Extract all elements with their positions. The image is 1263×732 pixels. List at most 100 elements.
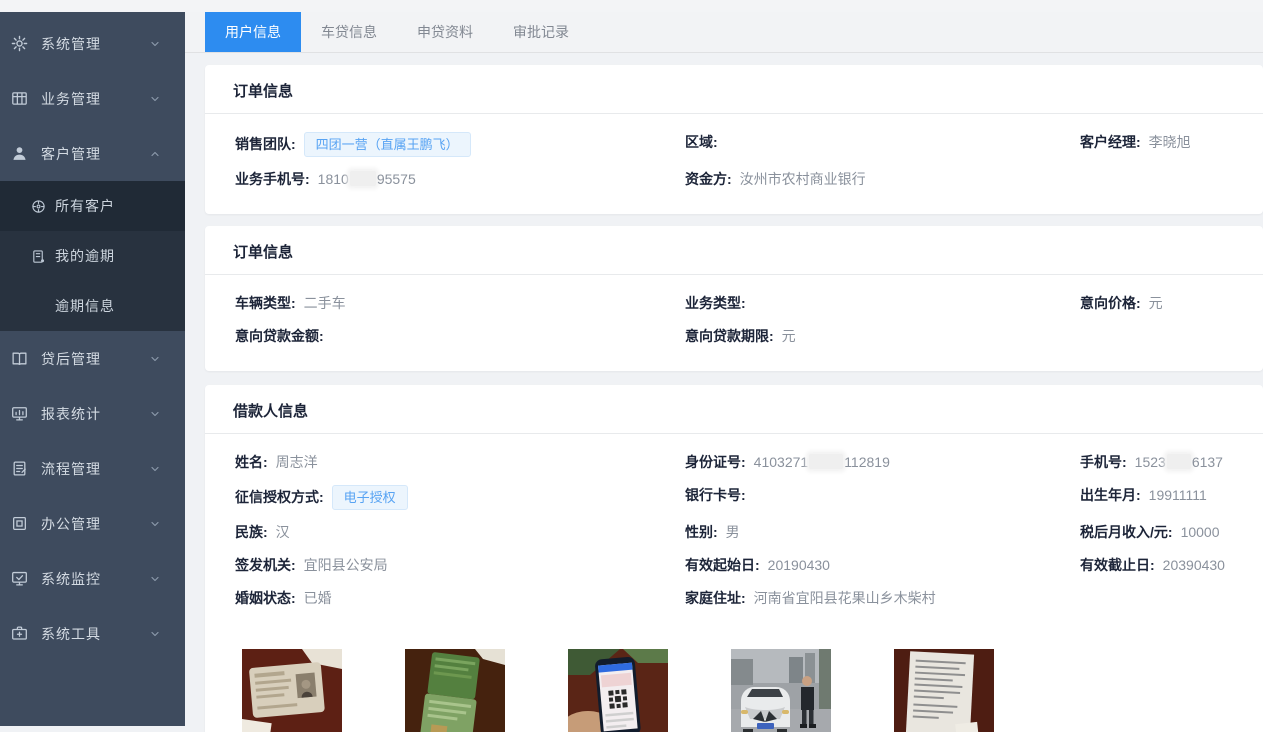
field-label: 家庭住址: xyxy=(685,590,746,606)
field-credit-auth-method: 征信授权方式:电子授权 xyxy=(235,485,685,510)
field-intent-price: 意向价格: 元 xyxy=(1080,293,1233,314)
sidebar-item-business-management[interactable]: 业务管理 xyxy=(0,71,185,126)
chevron-down-icon xyxy=(149,353,161,365)
field-value: 15236137 xyxy=(1135,454,1223,470)
tab-user-info[interactable]: 用户信息 xyxy=(205,12,301,52)
field-label: 出生年月: xyxy=(1080,487,1141,503)
chevron-down-icon xyxy=(149,93,161,105)
tag-credit-auth-method[interactable]: 电子授权 xyxy=(332,485,408,510)
book-icon xyxy=(11,350,28,367)
field-label: 区域: xyxy=(685,134,718,150)
field-label: 手机号: xyxy=(1080,454,1127,470)
thumb-credit-qr-photo: 征信截图 xyxy=(568,649,668,732)
sidebar-item-label: 贷后管理 xyxy=(41,349,101,369)
field-value: 男 xyxy=(726,524,740,540)
cards-area: 订单信息销售团队:四团一营（直属王鹏飞）区域:客户经理:李晓旭业务手机号:181… xyxy=(185,65,1263,732)
main-content: 用户信息车贷信息申贷资料审批记录 订单信息销售团队:四团一营（直属王鹏飞）区域:… xyxy=(185,12,1263,732)
field-value: 汝州市农村商业银行 xyxy=(740,171,866,187)
sidebar-item-label: 系统管理 xyxy=(41,34,101,54)
field-value: 周志洋 xyxy=(276,454,318,470)
car-person-photo[interactable] xyxy=(731,649,831,732)
tab-car-loan-info[interactable]: 车贷信息 xyxy=(301,12,397,52)
field-valid-to: 有效截止日:20390430 xyxy=(1080,555,1233,576)
chevron-up-icon xyxy=(149,148,161,160)
field-value: 4103271112819 xyxy=(754,454,890,470)
field-value: 元 xyxy=(782,328,796,344)
card-fields: 姓名:周志洋身份证号:4103271112819手机号:15236137征信授权… xyxy=(205,434,1263,633)
chevron-down-icon xyxy=(149,573,161,585)
chevron-down-icon xyxy=(149,518,161,530)
field-id-number: 身份证号:4103271112819 xyxy=(685,452,1080,473)
field-label: 有效起始日: xyxy=(685,557,760,573)
field-label: 销售团队: xyxy=(235,136,296,152)
sidebar-item-process-management[interactable]: 流程管理 xyxy=(0,441,185,496)
tab-approval-records[interactable]: 审批记录 xyxy=(493,12,589,52)
sidebar-item-report-statistics[interactable]: 报表统计 xyxy=(0,386,185,441)
field-value: 20190430 xyxy=(768,557,830,573)
field-label: 意向贷款金额: xyxy=(235,328,324,344)
attachment-thumbnails: 身份证驾驶证照片征信截图人车合影其他材料 xyxy=(242,649,1263,732)
field-label: 意向价格: xyxy=(1080,295,1141,311)
field-label: 车辆类型: xyxy=(235,295,296,311)
field-value: 10000 xyxy=(1181,524,1220,540)
sidebar-item-system-tools[interactable]: 系统工具 xyxy=(0,606,185,661)
sidebar-item-label: 系统监控 xyxy=(41,569,101,589)
field-marital-status: 婚姻状态:已婚 xyxy=(235,588,685,609)
sidebar-subitem-my-overdue[interactable]: 我的逾期 xyxy=(0,231,185,281)
sidebar-item-system-monitor[interactable]: 系统监控 xyxy=(0,551,185,606)
customer-service-icon xyxy=(31,199,46,214)
redacted-blur xyxy=(350,171,376,186)
field-label: 意向贷款期限: xyxy=(685,328,774,344)
field-label: 民族: xyxy=(235,524,268,540)
license-booklet-photo[interactable] xyxy=(405,649,505,732)
sidebar-item-office-management[interactable]: 办公管理 xyxy=(0,496,185,551)
sidebar-item-label: 系统工具 xyxy=(41,624,101,644)
field-label: 税后月收入/元: xyxy=(1080,524,1173,540)
user-icon xyxy=(11,145,28,162)
field-label: 银行卡号: xyxy=(685,487,746,503)
field-label: 签发机关: xyxy=(235,557,296,573)
card-fields: 销售团队: 四团一营（直属王鹏飞） 区域: 客户经理: 李晓旭业务手机号:1810955… xyxy=(205,114,1263,214)
field-business-phone: 业务手机号:181095575 xyxy=(235,169,685,190)
gear-icon xyxy=(11,35,28,52)
card-borrower-info: 借款人信息姓名:周志洋身份证号:4103271112819手机号:1523613… xyxy=(205,385,1263,732)
redacted-blur xyxy=(1167,454,1191,469)
workflow-icon xyxy=(11,460,28,477)
notebook-icon xyxy=(31,249,46,264)
field-vehicle-type: 车辆类型:二手车 xyxy=(235,293,685,314)
tab-loan-application-docs[interactable]: 申贷资料 xyxy=(397,12,493,52)
field-label: 有效截止日: xyxy=(1080,557,1155,573)
field-label: 业务手机号: xyxy=(235,171,310,187)
field-intent-loan-term: 意向贷款期限: 元 xyxy=(685,326,1080,347)
sidebar-item-customer-management[interactable]: 客户管理 xyxy=(0,126,185,181)
id-card-photo[interactable] xyxy=(242,649,342,732)
card-order-info-2: 订单信息车辆类型:二手车业务类型:意向价格:元意向贷款金额:意向贷款期限:元 xyxy=(205,226,1263,371)
paper-doc-photo[interactable] xyxy=(894,649,994,732)
field-bank-card: 银行卡号: xyxy=(685,485,1080,510)
card-order-info-1: 订单信息销售团队:四团一营（直属王鹏飞）区域:客户经理:李晓旭业务手机号:181… xyxy=(205,65,1263,214)
sidebar-item-label: 报表统计 xyxy=(41,404,101,424)
sidebar-item-post-loan-management[interactable]: 贷后管理 xyxy=(0,331,185,386)
credit-qr-photo[interactable] xyxy=(568,649,668,732)
field-label: 婚姻状态: xyxy=(235,590,296,606)
field-sales-team: 销售团队: 四团一营（直属王鹏飞） xyxy=(235,132,685,157)
field-value: 元 xyxy=(1149,295,1163,311)
submenu-customer-management: 所有客户我的逾期逾期信息 xyxy=(0,181,185,331)
field-label: 业务类型: xyxy=(685,295,746,311)
field-valid-from: 有效起始日: 20190430 xyxy=(685,555,1080,576)
sidebar-subitem-all-customers[interactable]: 所有客户 xyxy=(0,181,185,231)
thumb-license-booklet-photo: 驾驶证照片 xyxy=(405,649,505,732)
toolbox-icon xyxy=(11,625,28,642)
card-title: 借款人信息 xyxy=(205,385,1263,434)
field-label: 客户经理: xyxy=(1080,134,1141,150)
card-fields: 车辆类型:二手车业务类型:意向价格:元意向贷款金额:意向贷款期限:元 xyxy=(205,275,1263,371)
app-window: 系统管理业务管理客户管理所有客户我的逾期逾期信息贷后管理报表统计流程管理办公管理… xyxy=(0,0,1263,732)
sidebar: 系统管理业务管理客户管理所有客户我的逾期逾期信息贷后管理报表统计流程管理办公管理… xyxy=(0,12,185,726)
field-value: 李晓旭 xyxy=(1149,134,1191,150)
sidebar-subitem-label: 逾期信息 xyxy=(55,296,115,316)
field-monthly-income: 税后月收入/元: 10000 xyxy=(1080,522,1233,543)
tag-sales-team[interactable]: 四团一营（直属王鹏飞） xyxy=(304,132,471,157)
field-value: 宜阳县公安局 xyxy=(304,557,388,573)
sidebar-item-system-management[interactable]: 系统管理 xyxy=(0,16,185,71)
sidebar-subitem-overdue-info[interactable]: 逾期信息 xyxy=(0,281,185,331)
